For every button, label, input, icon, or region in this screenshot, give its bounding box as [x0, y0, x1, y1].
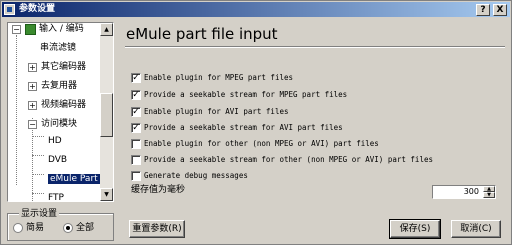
title-bar: 参数设置 ? X: [2, 2, 510, 17]
codec-icon: [25, 24, 36, 35]
checkbox-enable-other-label: Enable plugin for other (non MPEG or AVI…: [144, 139, 379, 148]
app-icon: [4, 4, 15, 15]
checkbox-seek-mpeg[interactable]: ✓: [131, 90, 141, 100]
spin-down-icon[interactable]: ▼: [483, 192, 495, 198]
tree-item-hd[interactable]: HD: [48, 133, 62, 150]
tree-item-label: FTP: [48, 193, 64, 202]
tree-item-label: DVB: [48, 155, 68, 165]
close-button[interactable]: X: [493, 4, 507, 16]
expand-icon[interactable]: +: [28, 101, 37, 110]
checkbox-enable-mpeg-label: Enable plugin for MPEG part files: [144, 73, 294, 82]
checkbox-enable-other[interactable]: [131, 139, 141, 149]
tree-connector: [16, 35, 17, 185]
tree-connector: [32, 174, 44, 175]
collapse-icon[interactable]: −: [12, 25, 21, 34]
tree-scrollbar[interactable]: ▲ ▼: [100, 23, 113, 201]
help-button[interactable]: ?: [476, 4, 490, 16]
panel-title: eMule part file input: [126, 25, 278, 43]
scroll-up-icon[interactable]: ▲: [100, 23, 113, 36]
tree-item-emule-part[interactable]: eMule Part: [48, 171, 100, 188]
save-button[interactable]: 保存(S): [389, 219, 441, 239]
category-tree[interactable]: − 输入 / 编码 串流滤镜 + 其它编码器 + 去复用器 + 视频编码器 − …: [7, 22, 114, 202]
checkbox-seek-other[interactable]: [131, 155, 141, 165]
collapse-icon[interactable]: −: [28, 120, 37, 129]
scroll-thumb[interactable]: [100, 93, 113, 137]
preferences-window: 参数设置 ? X − 输入 / 编码 串流滤镜 + 其它编码器 + 去复用器 +…: [0, 0, 512, 245]
tree-item-label: HD: [48, 136, 62, 146]
cancel-button[interactable]: 取消(C): [451, 220, 501, 238]
tree-item-label: 视频编码器: [41, 100, 87, 110]
tree-item-label: eMule Part: [48, 174, 100, 184]
checkbox-seek-avi-label: Provide a seekable stream for AVI part f…: [144, 123, 343, 132]
radio-simple[interactable]: [13, 223, 23, 233]
tree-item-label: 访问模块: [41, 119, 78, 129]
expand-icon[interactable]: +: [28, 82, 37, 91]
checkbox-debug[interactable]: [131, 171, 141, 181]
reset-button[interactable]: 重置参数(R): [129, 220, 185, 238]
tree-item-label: 去复用器: [41, 81, 78, 91]
tree-item-stream-filters[interactable]: 串流滤镜: [40, 40, 76, 57]
radio-all-label: 全部: [76, 223, 95, 233]
radio-all[interactable]: [63, 223, 73, 233]
checkbox-seek-other-label: Provide a seekable stream for other (non…: [144, 155, 433, 164]
cache-label: 缓存值为毫秒: [131, 185, 186, 195]
radio-simple-label: 简易: [26, 223, 45, 233]
checkbox-enable-avi[interactable]: ✓: [131, 107, 141, 117]
checkbox-seek-avi[interactable]: ✓: [131, 123, 141, 133]
tree-item-label: 串流滤镜: [40, 43, 77, 53]
tree-connector: [32, 118, 33, 201]
tree-item-ftp[interactable]: FTP: [48, 190, 64, 202]
checkbox-seek-mpeg-label: Provide a seekable stream for MPEG part …: [144, 90, 348, 99]
tree-connector: [32, 136, 44, 137]
tree-item-label: 其它编码器: [41, 62, 87, 72]
display-settings-title: 显示设置: [19, 206, 60, 219]
checkbox-enable-mpeg[interactable]: ✓: [131, 73, 141, 83]
tree-item-dvb[interactable]: DVB: [48, 152, 67, 169]
scroll-down-icon[interactable]: ▼: [100, 188, 113, 201]
checkbox-debug-label: Generate debug messages: [144, 171, 248, 180]
tree-connector: [32, 155, 44, 156]
tree-item-label: 输入 / 编码: [39, 24, 84, 34]
expand-icon[interactable]: +: [28, 63, 37, 72]
checkbox-enable-avi-label: Enable plugin for AVI part files: [144, 107, 289, 116]
window-title: 参数设置: [19, 4, 56, 14]
cache-spinbox[interactable]: 300 ▲ ▼: [432, 185, 496, 199]
tree-connector: [32, 193, 44, 194]
title-divider: [125, 46, 505, 48]
cache-value[interactable]: 300: [464, 187, 479, 197]
